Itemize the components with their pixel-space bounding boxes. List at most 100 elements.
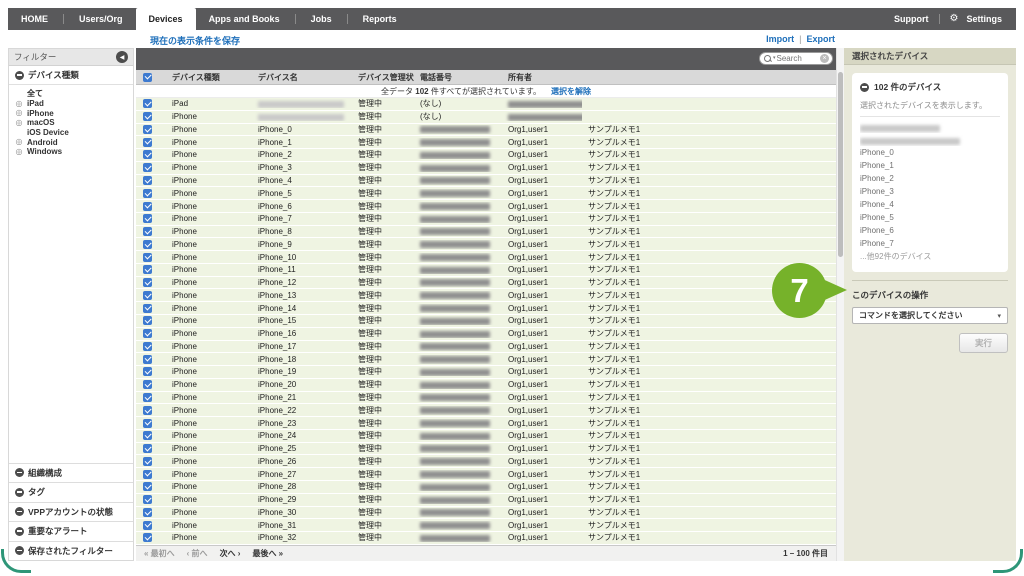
table-row[interactable]: iPhoneiPhone_19管理中Org1,user1サンプルメモ1: [136, 366, 836, 379]
row-checkbox[interactable]: [143, 278, 152, 287]
support-link[interactable]: Support: [894, 14, 929, 24]
row-checkbox[interactable]: [143, 380, 152, 389]
table-row[interactable]: iPhoneiPhone_15管理中Org1,user1サンプルメモ1: [136, 315, 836, 328]
table-row[interactable]: iPhoneiPhone_23管理中Org1,user1サンプルメモ1: [136, 417, 836, 430]
column-header-status[interactable]: デバイス管理状態: [352, 72, 414, 83]
table-row[interactable]: iPhoneiPhone_1管理中Org1,user1サンプルメモ1: [136, 136, 836, 149]
deselect-link[interactable]: 選択を解除: [551, 86, 591, 97]
search-box[interactable]: ▾ ×: [759, 52, 833, 65]
row-checkbox[interactable]: [143, 189, 152, 198]
table-row[interactable]: iPhoneiPhone_0管理中Org1,user1サンプルメモ1: [136, 124, 836, 137]
table-row[interactable]: iPhoneiPhone_17管理中Org1,user1サンプルメモ1: [136, 341, 836, 354]
nav-tab-home[interactable]: HOME: [8, 8, 61, 30]
command-select[interactable]: コマンドを選択してください ▾: [852, 307, 1008, 324]
table-row[interactable]: iPhoneiPhone_5管理中Org1,user1サンプルメモ1: [136, 187, 836, 200]
table-row[interactable]: iPhoneiPhone_18管理中Org1,user1サンプルメモ1: [136, 353, 836, 366]
select-all-checkbox[interactable]: [143, 73, 152, 82]
row-checkbox[interactable]: [143, 125, 152, 134]
table-row[interactable]: iPhoneiPhone_29管理中Org1,user1サンプルメモ1: [136, 494, 836, 507]
scrollbar-thumb[interactable]: [838, 72, 843, 257]
table-row[interactable]: iPhoneiPhone_8管理中Org1,user1サンプルメモ1: [136, 226, 836, 239]
pagination-next[interactable]: 次へ ›: [220, 548, 241, 559]
execute-button[interactable]: 実行: [959, 333, 1008, 353]
row-checkbox[interactable]: [143, 457, 152, 466]
table-row[interactable]: iPhoneiPhone_10管理中Org1,user1サンプルメモ1: [136, 251, 836, 264]
table-row[interactable]: iPhoneiPhone_20管理中Org1,user1サンプルメモ1: [136, 379, 836, 392]
row-checkbox[interactable]: [143, 342, 152, 351]
column-header-phone[interactable]: 電話番号: [414, 72, 502, 83]
nav-tab-users-org[interactable]: Users/Org: [66, 8, 136, 30]
table-row[interactable]: iPhoneiPhone_26管理中Org1,user1サンプルメモ1: [136, 455, 836, 468]
table-row[interactable]: iPhoneiPhone_2管理中Org1,user1サンプルメモ1: [136, 149, 836, 162]
row-checkbox[interactable]: [143, 265, 152, 274]
row-checkbox[interactable]: [143, 99, 152, 108]
search-scope-caret-icon[interactable]: ▾: [773, 56, 776, 61]
nav-tab-apps-and-books[interactable]: Apps and Books: [196, 8, 293, 30]
nav-tab-reports[interactable]: Reports: [350, 8, 410, 30]
column-header-device-name[interactable]: デバイス名: [252, 72, 352, 83]
table-row[interactable]: iPhoneiPhone_13管理中Org1,user1サンプルメモ1: [136, 289, 836, 302]
sidebar-section-item[interactable]: 重要なアラート: [9, 521, 133, 541]
column-header-owner[interactable]: 所有者: [502, 72, 582, 83]
row-checkbox[interactable]: [143, 406, 152, 415]
nav-tab-jobs[interactable]: Jobs: [298, 8, 345, 30]
table-row[interactable]: iPhoneiPhone_27管理中Org1,user1サンプルメモ1: [136, 468, 836, 481]
row-checkbox[interactable]: [143, 482, 152, 491]
sidebar-section-device-type[interactable]: デバイス種類: [9, 66, 133, 85]
table-row[interactable]: iPhoneiPhone_24管理中Org1,user1サンプルメモ1: [136, 430, 836, 443]
sidebar-item-ios-device[interactable]: ◎iOS Device: [9, 128, 133, 138]
table-row[interactable]: iPhoneiPhone_31管理中Org1,user1サンプルメモ1: [136, 519, 836, 532]
sidebar-section-item[interactable]: タグ: [9, 482, 133, 502]
table-row[interactable]: iPad管理中(なし): [136, 98, 836, 111]
row-checkbox[interactable]: [143, 163, 152, 172]
search-clear-icon[interactable]: ×: [820, 54, 829, 63]
row-checkbox[interactable]: [143, 304, 152, 313]
row-checkbox[interactable]: [143, 253, 152, 262]
sidebar-item-windows[interactable]: ◎Windows: [9, 147, 133, 157]
table-row[interactable]: iPhoneiPhone_28管理中Org1,user1サンプルメモ1: [136, 481, 836, 494]
table-row[interactable]: iPhoneiPhone_22管理中Org1,user1サンプルメモ1: [136, 404, 836, 417]
row-checkbox[interactable]: [143, 470, 152, 479]
row-checkbox[interactable]: [143, 431, 152, 440]
row-checkbox[interactable]: [143, 316, 152, 325]
search-input[interactable]: [777, 54, 819, 63]
sidebar-section-vpp[interactable]: VPPアカウントの状態: [9, 502, 133, 522]
table-row[interactable]: iPhoneiPhone_30管理中Org1,user1サンプルメモ1: [136, 507, 836, 520]
row-checkbox[interactable]: [143, 367, 152, 376]
row-checkbox[interactable]: [143, 419, 152, 428]
nav-tab-devices[interactable]: Devices: [136, 8, 196, 30]
pagination-last[interactable]: 最後へ »: [252, 548, 283, 559]
row-checkbox[interactable]: [143, 329, 152, 338]
sidebar-item-item[interactable]: ◎全て: [9, 89, 133, 99]
row-checkbox[interactable]: [143, 444, 152, 453]
pagination-prev[interactable]: ‹ 前へ: [187, 548, 208, 559]
table-row[interactable]: iPhoneiPhone_12管理中Org1,user1サンプルメモ1: [136, 277, 836, 290]
column-header-device-type[interactable]: デバイス種類: [166, 72, 252, 83]
table-row[interactable]: iPhoneiPhone_7管理中Org1,user1サンプルメモ1: [136, 213, 836, 226]
sidebar-item-ipad[interactable]: ◎iPad: [9, 99, 133, 109]
table-row[interactable]: iPhoneiPhone_3管理中Org1,user1サンプルメモ1: [136, 162, 836, 175]
row-checkbox[interactable]: [143, 495, 152, 504]
sidebar-item-iphone[interactable]: ◎iPhone: [9, 108, 133, 118]
row-checkbox[interactable]: [143, 214, 152, 223]
table-row[interactable]: iPhoneiPhone_25管理中Org1,user1サンプルメモ1: [136, 443, 836, 456]
table-row[interactable]: iPhone管理中(なし): [136, 111, 836, 124]
pagination-first[interactable]: « 最初へ: [144, 548, 175, 559]
row-checkbox[interactable]: [143, 202, 152, 211]
row-checkbox[interactable]: [143, 508, 152, 517]
table-row[interactable]: iPhoneiPhone_32管理中Org1,user1サンプルメモ1: [136, 532, 836, 545]
save-view-link[interactable]: 現在の表示条件を保存: [150, 34, 240, 47]
import-link[interactable]: Import: [766, 34, 794, 44]
row-checkbox[interactable]: [143, 533, 152, 542]
row-checkbox[interactable]: [143, 138, 152, 147]
row-checkbox[interactable]: [143, 240, 152, 249]
row-checkbox[interactable]: [143, 227, 152, 236]
row-checkbox[interactable]: [143, 176, 152, 185]
table-scrollbar[interactable]: [836, 48, 844, 561]
table-row[interactable]: iPhoneiPhone_9管理中Org1,user1サンプルメモ1: [136, 238, 836, 251]
sidebar-item-android[interactable]: ◎Android: [9, 137, 133, 147]
sidebar-collapse-button[interactable]: ◀: [116, 51, 128, 63]
sidebar-item-macos[interactable]: ◎macOS: [9, 118, 133, 128]
row-checkbox[interactable]: [143, 150, 152, 159]
row-checkbox[interactable]: [143, 355, 152, 364]
